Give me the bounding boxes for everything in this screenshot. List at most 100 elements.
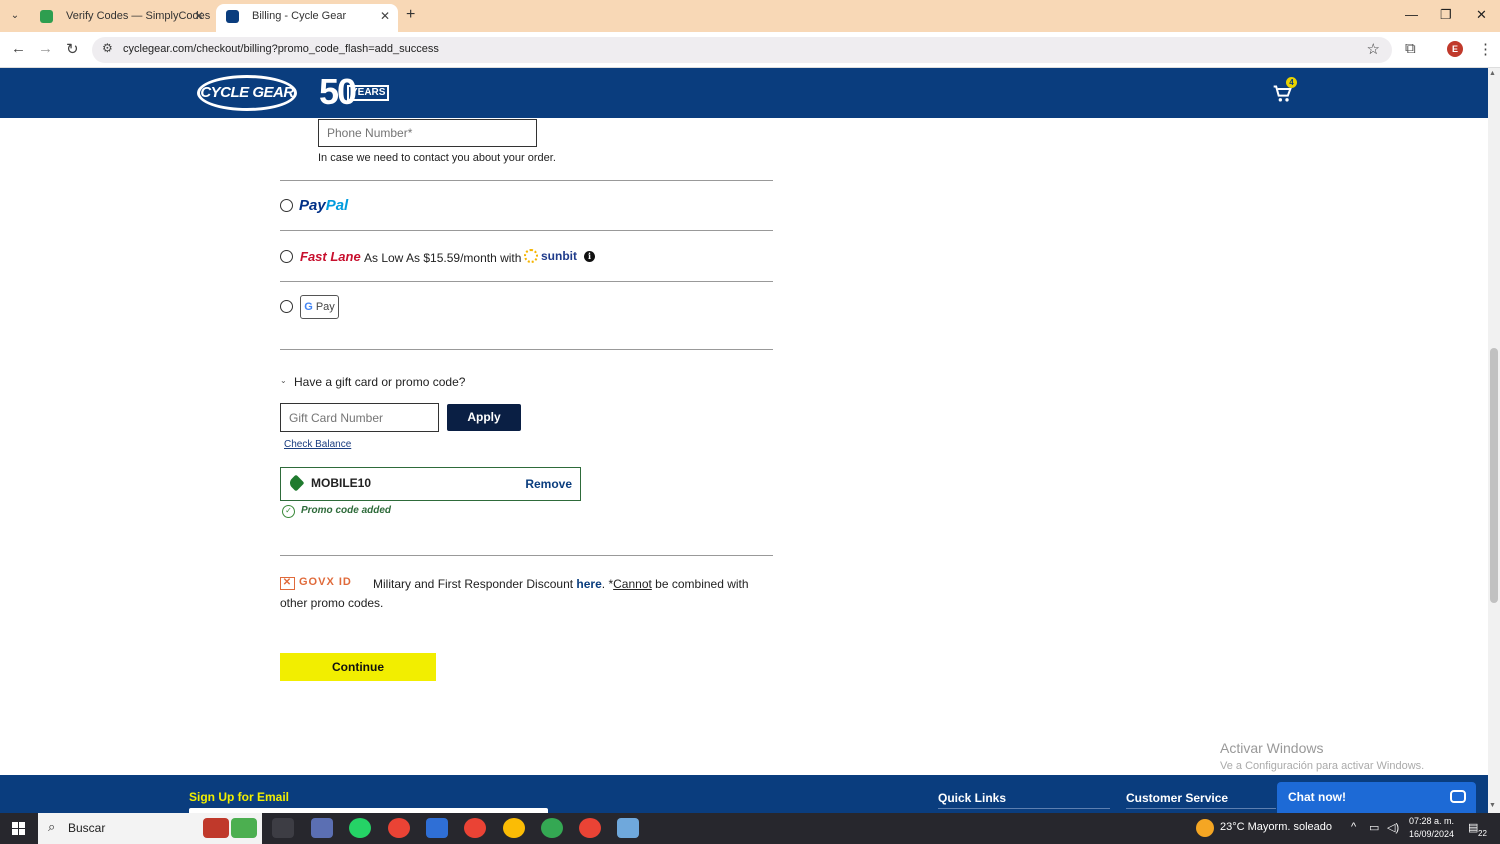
new-tab-plus-icon[interactable]: + bbox=[406, 6, 415, 24]
check-balance-link[interactable]: Check Balance bbox=[284, 439, 351, 450]
signup-email-title: Sign Up for Email bbox=[189, 790, 290, 804]
app-icon[interactable] bbox=[426, 818, 448, 838]
app-icon[interactable] bbox=[617, 818, 639, 838]
check-circle-icon: ✓ bbox=[282, 505, 295, 518]
sunbit-sun-icon bbox=[524, 249, 538, 263]
app-icon[interactable] bbox=[311, 818, 333, 838]
quick-links-title: Quick Links bbox=[938, 791, 1007, 805]
close-tab-icon[interactable]: ✕ bbox=[380, 4, 390, 28]
fastlane-label: Fast Lane bbox=[300, 249, 361, 264]
weather-sun-icon bbox=[1196, 819, 1214, 837]
divider bbox=[280, 349, 773, 350]
notification-count: 22 bbox=[1478, 829, 1487, 838]
anniversary-word: YEARS bbox=[347, 85, 390, 101]
reload-icon[interactable]: ↻ bbox=[66, 40, 79, 58]
divider bbox=[280, 230, 773, 231]
browser-menu-icon[interactable]: ⋮ bbox=[1478, 40, 1493, 58]
govx-x-icon: ✕ bbox=[280, 577, 295, 590]
clock-time: 07:28 a. m. bbox=[1409, 816, 1455, 826]
tab-simplycodes[interactable]: Verify Codes — SimplyCodes ✕ bbox=[30, 4, 212, 32]
address-bar[interactable]: ⚙ cyclegear.com/checkout/billing?promo_c… bbox=[92, 37, 1392, 63]
google-pay-logo[interactable]: G Pay bbox=[300, 295, 339, 319]
govx-logo: ✕ GOVX ID bbox=[280, 576, 352, 590]
site-header: CYCLE GEAR 50 YEARS bbox=[0, 68, 1488, 118]
bookmark-star-icon[interactable]: ☆ bbox=[1367, 40, 1380, 58]
windows-start-icon[interactable] bbox=[12, 822, 25, 835]
paypal-radio[interactable] bbox=[280, 199, 293, 212]
chrome-profile-icon[interactable] bbox=[464, 818, 486, 838]
chat-label: Chat now! bbox=[1288, 790, 1346, 804]
extensions-puzzle-icon[interactable]: ⧉ bbox=[1405, 40, 1416, 57]
scroll-down-icon[interactable]: ▼ bbox=[1489, 802, 1496, 809]
applied-promo-box: MOBILE10 Remove bbox=[280, 467, 581, 501]
divider bbox=[280, 555, 773, 556]
divider bbox=[280, 281, 773, 282]
notifications-icon[interactable]: ▤ bbox=[1468, 821, 1478, 834]
taskbar-search-label: Buscar bbox=[68, 821, 106, 835]
restore-icon[interactable]: ❐ bbox=[1440, 7, 1452, 23]
apply-button[interactable]: Apply bbox=[447, 404, 521, 431]
search-highlight-icon[interactable] bbox=[203, 818, 229, 838]
url-text[interactable]: cyclegear.com/checkout/billing?promo_cod… bbox=[123, 43, 439, 55]
task-view-icon[interactable] bbox=[272, 818, 294, 838]
whatsapp-icon[interactable] bbox=[349, 818, 371, 838]
profile-avatar[interactable]: E bbox=[1447, 41, 1463, 57]
chrome-profile-icon[interactable] bbox=[541, 818, 563, 838]
scroll-up-icon[interactable]: ▲ bbox=[1489, 70, 1496, 77]
chrome-profile-icon[interactable] bbox=[579, 818, 601, 838]
promo-status: Promo code added bbox=[301, 505, 392, 516]
divider bbox=[938, 808, 1110, 809]
govx-here-link[interactable]: here bbox=[576, 577, 601, 591]
site-info-icon[interactable]: ⚙ bbox=[102, 41, 113, 55]
chrome-icon[interactable] bbox=[388, 818, 410, 838]
chevron-down-icon[interactable]: ⌄ bbox=[280, 376, 287, 385]
gift-promo-toggle[interactable]: Have a gift card or promo code? bbox=[294, 375, 465, 389]
scrollbar-thumb[interactable] bbox=[1490, 348, 1498, 603]
search-highlight-icon[interactable] bbox=[231, 818, 257, 838]
windows-activation-title: Activar Windows bbox=[1220, 740, 1324, 756]
chrome-profile-icon[interactable] bbox=[503, 818, 525, 838]
simplycodes-favicon-icon bbox=[40, 10, 53, 23]
paypal-logo[interactable]: PayPal bbox=[299, 197, 348, 214]
cycle-gear-logo[interactable]: CYCLE GEAR bbox=[197, 75, 297, 111]
tray-chevron-up-icon[interactable]: ^ bbox=[1351, 821, 1356, 833]
phone-help-text: In case we need to contact you about you… bbox=[318, 152, 556, 164]
govx-text: Military and First Responder Discount he… bbox=[373, 577, 749, 591]
tag-icon bbox=[287, 474, 305, 492]
tab-title: Verify Codes — SimplyCodes bbox=[66, 10, 211, 22]
gpay-radio[interactable] bbox=[280, 300, 293, 313]
tab-cyclegear[interactable]: Billing - Cycle Gear ✕ bbox=[216, 4, 398, 32]
continue-button[interactable]: Continue bbox=[280, 653, 436, 681]
weather-text[interactable]: 23°C Mayorm. soleado bbox=[1220, 821, 1332, 833]
back-arrow-icon[interactable]: ← bbox=[11, 40, 26, 57]
cart-count-badge: 4 bbox=[1286, 77, 1297, 88]
fastlane-radio[interactable] bbox=[280, 250, 293, 263]
chat-bubble-icon bbox=[1450, 790, 1466, 803]
customer-service-title: Customer Service bbox=[1126, 791, 1229, 805]
clock-date: 16/09/2024 bbox=[1409, 829, 1455, 839]
minimize-icon[interactable]: — bbox=[1405, 7, 1418, 22]
remove-promo-button[interactable]: Remove bbox=[525, 477, 572, 491]
info-icon[interactable]: i bbox=[584, 251, 595, 262]
forward-arrow-icon[interactable]: → bbox=[38, 40, 53, 57]
promo-code-value: MOBILE10 bbox=[311, 476, 372, 490]
tab-search-chevron-icon[interactable]: ⌄ bbox=[6, 7, 24, 25]
window-close-icon[interactable]: ✕ bbox=[1476, 7, 1487, 23]
volume-icon[interactable]: ◁) bbox=[1387, 821, 1399, 834]
fastlane-financing-text: As Low As $15.59/month with bbox=[364, 251, 522, 265]
network-icon[interactable]: ▭ bbox=[1369, 821, 1379, 834]
phone-number-input[interactable] bbox=[318, 119, 537, 147]
taskbar-clock[interactable]: 07:28 a. m. 16/09/2024 bbox=[1409, 815, 1454, 841]
chat-now-button[interactable]: Chat now! bbox=[1277, 782, 1476, 813]
divider bbox=[280, 180, 773, 181]
govx-text-line2: other promo codes. bbox=[280, 596, 384, 610]
cyclegear-favicon-icon bbox=[226, 10, 239, 23]
windows-activation-subtitle: Ve a Configuración para activar Windows. bbox=[1220, 760, 1425, 772]
tab-title: Billing - Cycle Gear bbox=[252, 10, 347, 22]
search-icon: ⌕ bbox=[48, 819, 56, 834]
sunbit-logo: sunbit bbox=[524, 249, 577, 263]
browser-toolbar: ← → ↻ ⚙ cyclegear.com/checkout/billing?p… bbox=[0, 32, 1500, 68]
gift-card-input[interactable] bbox=[280, 403, 439, 432]
cannot-text: Cannot bbox=[613, 577, 652, 591]
close-tab-icon[interactable]: ✕ bbox=[194, 4, 204, 28]
